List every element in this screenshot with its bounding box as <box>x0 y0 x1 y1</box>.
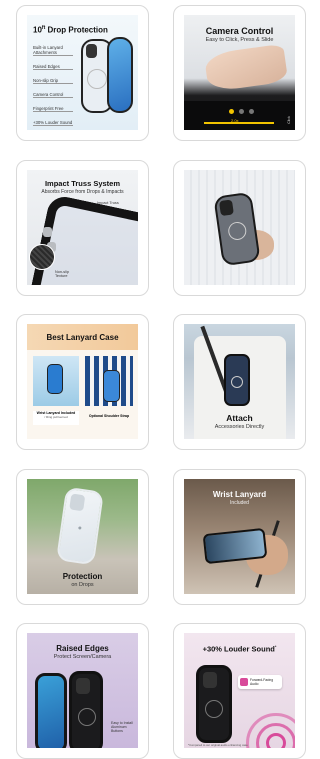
attach-accessories-image: Attach Accessories Directly <box>184 324 295 439</box>
card-8-title: Wrist Lanyard <box>212 490 267 499</box>
feature-label: +30% Louder Sound <box>33 120 73 126</box>
card-1-title-post: Drop Protection <box>45 25 108 35</box>
wrist-lanyard-image: Wrist Lanyard Included <box>184 479 295 594</box>
texture-closeup <box>29 244 55 270</box>
phone-screen: 2.0x <box>184 101 295 130</box>
magsafe-ring <box>205 700 223 718</box>
texture-label: Non-slip Texture <box>55 270 69 278</box>
card-8-subtitle: Included <box>230 500 249 506</box>
drop-protection-image: 10ft Drop Protection Built-in Lanyard At… <box>27 15 138 130</box>
card-5-title: Best Lanyard Case <box>46 333 119 342</box>
apple-logo-icon: ● <box>77 524 83 533</box>
product-image-card-2[interactable]: Camera Control Easy to Click, Press & Sl… <box>173 5 306 141</box>
phone-front <box>35 673 67 748</box>
feature-label: Non-slip Grip <box>33 78 73 84</box>
feature-label: Built-in Lanyard Attachments <box>33 45 73 56</box>
lifestyle-shirt-image <box>184 170 295 285</box>
product-image-card-7[interactable]: ● Protection on Drops <box>16 469 149 605</box>
callout-label: Impact Truss <box>97 201 119 205</box>
card-7-title: Protection <box>62 572 103 581</box>
card-6-title: Attach <box>226 413 253 423</box>
left-caption-sub: / Ring pull kerned <box>44 415 68 419</box>
feature-label: Camera Control <box>33 92 73 98</box>
phone-case-back: ● <box>56 486 104 566</box>
impact-truss-image: Impact Truss System Absorbs Force from D… <box>27 170 138 285</box>
audio-badge: Forward-Facing Audio <box>238 675 282 689</box>
product-image-card-8[interactable]: Wrist Lanyard Included <box>173 469 306 605</box>
card-10-title: +30% Louder Sound <box>202 644 275 654</box>
footnote: *Compared to our original audio enhancin… <box>188 743 248 747</box>
wrist-photo <box>33 356 79 406</box>
protection-drops-image: ● Protection on Drops <box>27 479 138 594</box>
phone-case-back <box>69 671 103 748</box>
product-image-card-4[interactable] <box>173 160 306 296</box>
install-note: Easy to Install Aluminum Buttons <box>111 721 133 733</box>
card-7-subtitle: on Drops <box>71 582 94 588</box>
card-3-title: Impact Truss System <box>44 179 121 188</box>
card-1-title-pre: 10 <box>33 25 42 35</box>
camera-control-image: Camera Control Easy to Click, Press & Sl… <box>184 15 295 130</box>
card-2-subtitle: Easy to Click, Press & Slide <box>205 37 274 43</box>
sound-wave <box>266 733 286 748</box>
phone-case-back <box>196 665 232 743</box>
card-10-title-sup: * <box>274 644 277 649</box>
finger-image <box>203 43 289 93</box>
magsafe-ring <box>231 376 243 388</box>
right-caption: Optional Shoulder Strap <box>88 414 130 418</box>
magsafe-ring <box>87 69 107 89</box>
product-image-card-9[interactable]: Raised Edges Protect Screen/Camera Easy … <box>16 623 149 759</box>
product-image-card-1[interactable]: 10ft Drop Protection Built-in Lanyard At… <box>16 5 149 141</box>
product-image-card-6[interactable]: Attach Accessories Directly <box>173 314 306 450</box>
product-image-card-3[interactable]: Impact Truss System Absorbs Force from D… <box>16 160 149 296</box>
product-image-card-5[interactable]: Best Lanyard Case Wrist Lanyard Included… <box>16 314 149 450</box>
feature-label: Fingerprint Free <box>33 106 73 112</box>
card-3-subtitle: Absorbs Force from Drops & Impacts <box>41 189 124 195</box>
louder-sound-image: +30% Louder Sound* Forward-Facing Audio … <box>184 633 295 748</box>
card-9-subtitle: Protect Screen/Camera <box>53 654 112 660</box>
case-corner <box>30 193 138 285</box>
lanyard-case-image: Best Lanyard Case Wrist Lanyard Included… <box>27 324 138 439</box>
card-2-title: Camera Control <box>205 26 274 36</box>
aluminum-button <box>43 227 52 237</box>
stripe-photo <box>85 356 133 406</box>
feature-label: Raised Edges <box>33 64 73 70</box>
product-image-card-10[interactable]: +30% Louder Sound* Forward-Facing Audio … <box>173 623 306 759</box>
badge-label: Forward-Facing Audio <box>250 678 274 686</box>
magsafe-ring <box>78 708 96 726</box>
card-6-subtitle: Accessories Directly <box>214 424 265 430</box>
phone-front <box>107 37 133 113</box>
phone-case-back <box>224 354 250 406</box>
side-label: Click <box>287 116 292 124</box>
magsafe-ring <box>227 220 248 242</box>
raised-edges-image: Raised Edges Protect Screen/Camera Easy … <box>27 633 138 748</box>
speaker-icon <box>240 678 248 686</box>
card-9-title: Raised Edges <box>56 644 109 653</box>
